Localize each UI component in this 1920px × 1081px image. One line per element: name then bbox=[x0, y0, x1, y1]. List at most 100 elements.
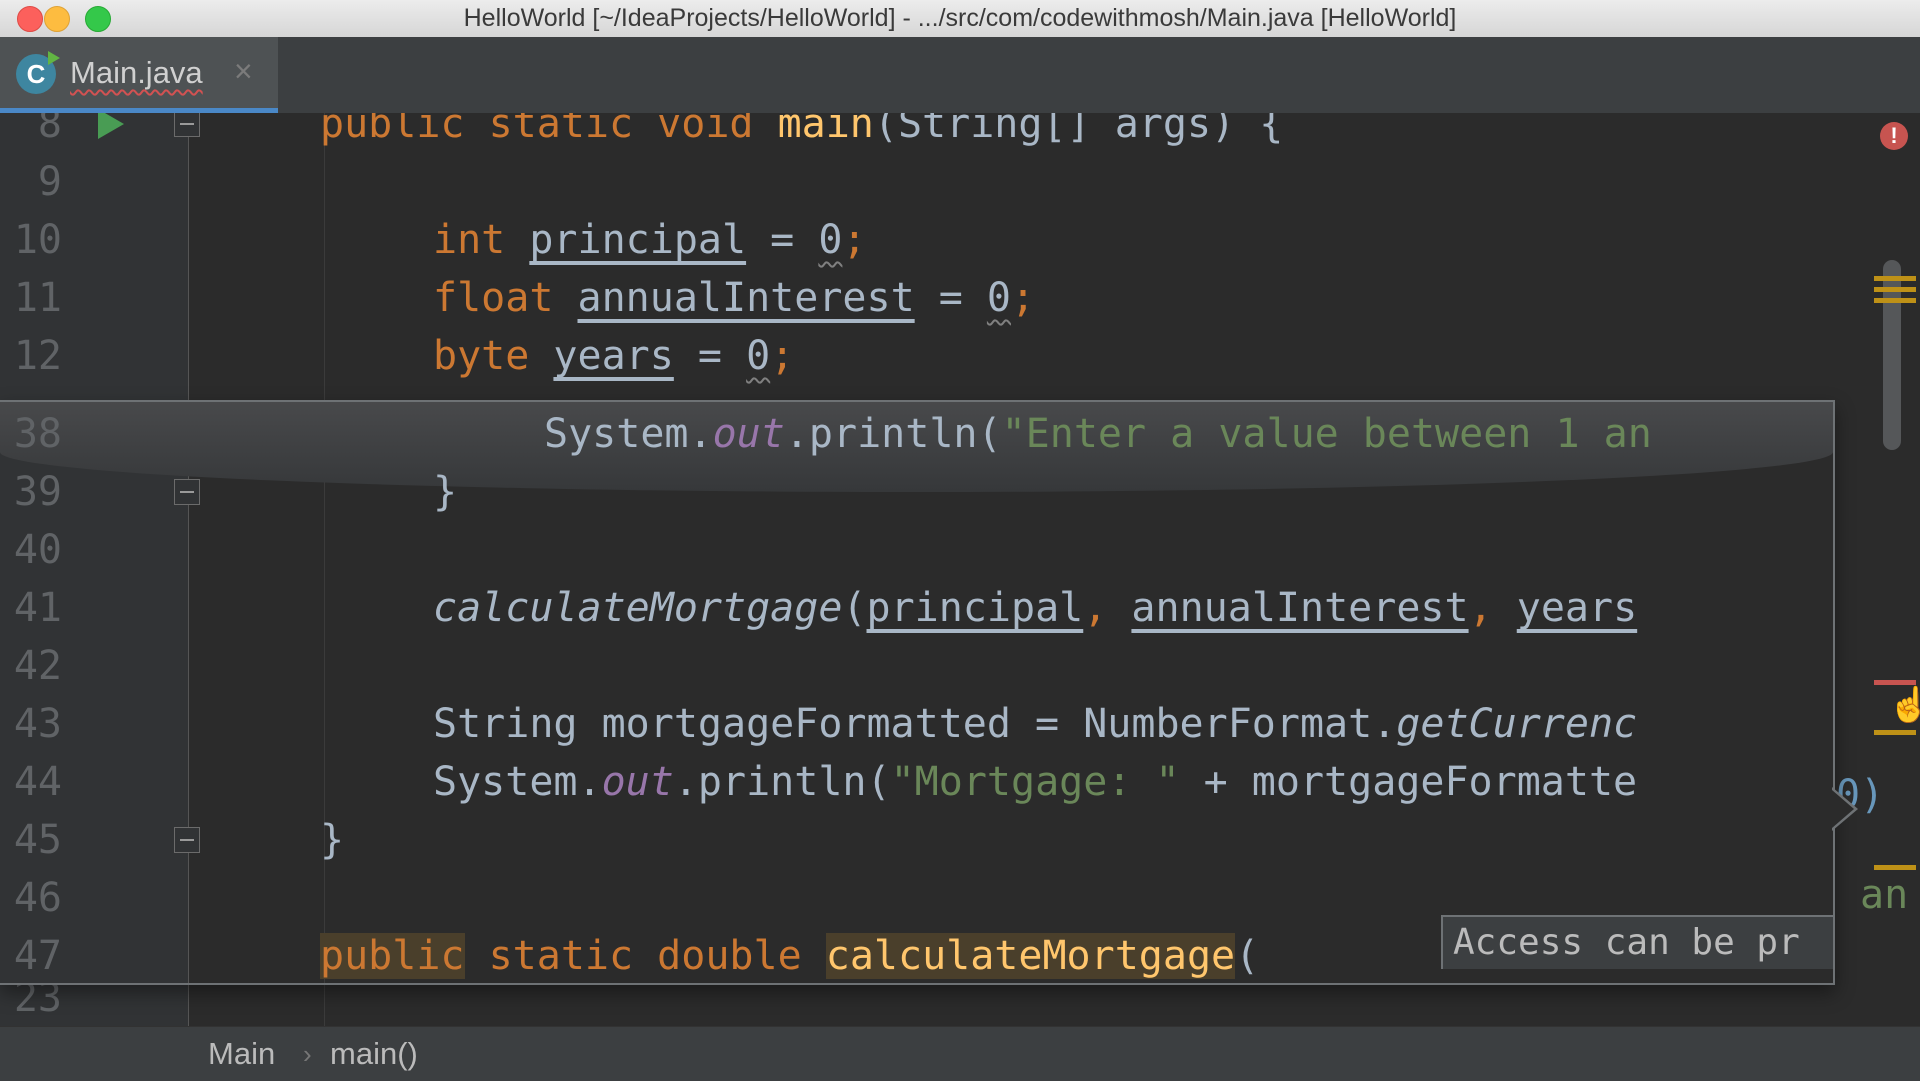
window-title: HelloWorld [~/IdeaProjects/HelloWorld] -… bbox=[463, 4, 1457, 32]
warning-stripe-marker[interactable] bbox=[1874, 276, 1916, 281]
fold-marker-icon[interactable] bbox=[174, 479, 200, 505]
line-number: 39 bbox=[13, 469, 62, 515]
code-token: ( bbox=[842, 585, 867, 631]
variable: years bbox=[1516, 585, 1638, 631]
code-line: 12 byte years = 0; bbox=[0, 327, 1920, 385]
line-number: 8 bbox=[37, 113, 62, 147]
line-number: 42 bbox=[13, 643, 62, 689]
runnable-badge-icon bbox=[48, 51, 60, 65]
code-token: = bbox=[673, 333, 747, 379]
fold-marker-icon[interactable] bbox=[174, 827, 200, 853]
code-token: .println( bbox=[784, 411, 1002, 457]
method-call: calculateMortgage bbox=[433, 585, 843, 631]
code-text: } bbox=[433, 469, 458, 515]
warning-stripe-marker[interactable] bbox=[1874, 287, 1916, 292]
line-number: 47 bbox=[13, 933, 62, 979]
static-field: out bbox=[601, 759, 674, 805]
comma: , bbox=[1083, 585, 1132, 631]
breadcrumb-item-method[interactable]: main() bbox=[330, 1027, 418, 1081]
code-line: 9 bbox=[0, 153, 1920, 211]
semicolon: ; bbox=[842, 217, 867, 263]
code-text: } bbox=[320, 817, 345, 863]
code-line: 11 float annualInterest = 0; bbox=[0, 269, 1920, 327]
method-call: getCurrenc bbox=[1396, 701, 1638, 747]
code-token: ( bbox=[1235, 933, 1260, 979]
warning-stripe-marker[interactable] bbox=[1874, 298, 1916, 303]
code-line: 39 } bbox=[0, 463, 1833, 521]
line-number: 10 bbox=[13, 217, 62, 263]
literal: 0 bbox=[986, 275, 1011, 321]
run-icon[interactable] bbox=[98, 113, 124, 139]
code-preview-popup[interactable]: 38 System.out.println("Enter a value bet… bbox=[0, 400, 1835, 985]
code-text: calculateMortgage(principal, annualInter… bbox=[433, 579, 1637, 637]
code-text: int principal = 0; bbox=[433, 211, 867, 269]
code-text: System.out.println("Enter a value betwee… bbox=[544, 405, 1652, 463]
code-token: = bbox=[746, 217, 819, 263]
fold-marker-icon[interactable] bbox=[174, 113, 200, 137]
code-line: 41 calculateMortgage(principal, annualIn… bbox=[0, 579, 1833, 637]
code-line: 8 public static void main(String[] args)… bbox=[0, 113, 1920, 153]
editor-tab-bar: C Main.java × bbox=[0, 37, 1920, 114]
code-text: float annualInterest = 0; bbox=[433, 269, 1035, 327]
code-token: .println( bbox=[673, 759, 891, 805]
line-number: 44 bbox=[13, 759, 62, 805]
code-line: 10 int principal = 0; bbox=[0, 211, 1920, 269]
code-line: 40 bbox=[0, 521, 1833, 579]
code-text: System.out.println("Mortgage: " + mortga… bbox=[433, 753, 1637, 811]
line-number: 40 bbox=[13, 527, 62, 573]
code-line: 38 System.out.println("Enter a value bet… bbox=[0, 405, 1833, 463]
code-text: public static void main(String[] args) { bbox=[320, 113, 1283, 153]
line-number: 9 bbox=[37, 159, 62, 205]
line-number: 43 bbox=[13, 701, 62, 747]
line-number: 41 bbox=[13, 585, 62, 631]
variable: annualInterest bbox=[577, 275, 915, 321]
keyword: static double bbox=[464, 933, 826, 979]
keyword: public static void bbox=[320, 113, 778, 147]
keyword: byte bbox=[433, 333, 554, 379]
error-indicator-icon[interactable]: ! bbox=[1880, 122, 1908, 150]
code-token: (String[] args) { bbox=[873, 113, 1284, 147]
line-number: 46 bbox=[13, 875, 62, 921]
tab-label: Main.java bbox=[70, 55, 203, 90]
code-editor[interactable]: 8 public static void main(String[] args)… bbox=[0, 113, 1920, 1026]
line-number: 45 bbox=[13, 817, 62, 863]
static-field: out bbox=[712, 411, 785, 457]
class-letter: C bbox=[26, 59, 46, 89]
line-number: 11 bbox=[13, 275, 62, 321]
string-literal: "Enter a value between 1 an bbox=[1001, 411, 1652, 457]
breadcrumb-separator: › bbox=[303, 1039, 312, 1069]
keyword: float bbox=[433, 275, 578, 321]
code-text: public static double calculateMortgage( bbox=[320, 927, 1260, 983]
variable: principal bbox=[529, 217, 747, 263]
variable: years bbox=[553, 333, 674, 379]
code-line: 42 bbox=[0, 637, 1833, 695]
literal: 0 bbox=[746, 333, 771, 379]
code-text: byte years = 0; bbox=[433, 327, 794, 385]
variable: annualInterest bbox=[1131, 585, 1469, 631]
semicolon: ; bbox=[770, 333, 795, 379]
warning-stripe-marker[interactable] bbox=[1874, 730, 1916, 735]
variable: principal bbox=[866, 585, 1084, 631]
code-token: String mortgageFormatted = NumberFormat. bbox=[433, 701, 1397, 747]
code-line: 43 String mortgageFormatted = NumberForm… bbox=[0, 695, 1833, 753]
literal: 0 bbox=[818, 217, 843, 263]
comma: , bbox=[1468, 585, 1517, 631]
code-token: = bbox=[914, 275, 987, 321]
popup-pointer-fill bbox=[1832, 790, 1854, 828]
tab-main-java[interactable]: C Main.java × bbox=[0, 37, 278, 113]
string-literal: "Mortgage: " bbox=[890, 759, 1180, 805]
inspection-tooltip: Access can be pr bbox=[1441, 915, 1833, 969]
title-bar: HelloWorld [~/IdeaProjects/HelloWorld] -… bbox=[0, 0, 1920, 38]
breadcrumb-item-class[interactable]: Main bbox=[208, 1027, 275, 1081]
code-token: + mortgageFormatte bbox=[1179, 759, 1638, 805]
code-fragment: an bbox=[1860, 872, 1909, 918]
close-tab-icon[interactable]: × bbox=[234, 53, 253, 90]
code-token: System. bbox=[433, 759, 602, 805]
code-line: 45 } bbox=[0, 811, 1833, 869]
method-name: main bbox=[777, 113, 874, 147]
hand-cursor-icon: ☝ bbox=[1888, 686, 1920, 724]
keyword: public bbox=[320, 933, 465, 979]
code-token: System. bbox=[544, 411, 713, 457]
line-number: 38 bbox=[13, 411, 62, 457]
code-text: String mortgageFormatted = NumberFormat.… bbox=[433, 695, 1637, 753]
